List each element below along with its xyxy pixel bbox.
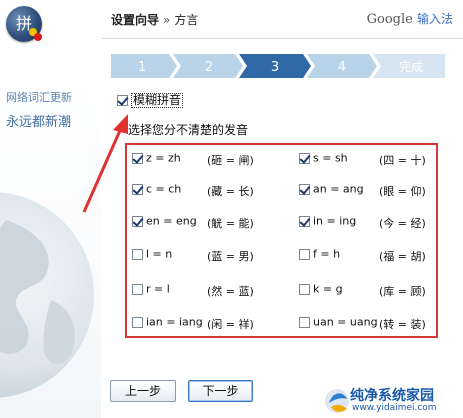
wizard-header: 设置向导» 方言 Google 输入法 xyxy=(101,0,463,39)
pair-k-g[interactable]: k = g xyxy=(299,282,343,298)
pair-an-ang[interactable]: an = ang xyxy=(299,182,364,198)
pair-uan-uang[interactable]: uan = uang xyxy=(299,315,378,331)
breadcrumb-main: 设置向导 xyxy=(111,13,160,27)
pair-rule[interactable]: en = eng xyxy=(146,215,197,228)
breadcrumb: 设置向导» 方言 xyxy=(111,11,198,28)
pair-example: (库 = 顾) xyxy=(379,285,426,298)
next-button[interactable]: 下一步 xyxy=(188,380,253,402)
pair-checkbox[interactable] xyxy=(299,316,310,328)
fuzzy-pinyin-option[interactable]: 模糊拼音 xyxy=(117,93,184,109)
pair-example: (然 = 蓝) xyxy=(207,285,254,298)
step-finish-label: 完成 xyxy=(399,59,423,74)
fuzzy-pairs-panel: z = zh (砸 = 闸) s = sh (四 = 十) c = ch (藏 … xyxy=(125,143,438,338)
prev-button[interactable]: 上一步 xyxy=(110,380,176,402)
step-2-label: 2 xyxy=(205,60,213,75)
logo-red-dot xyxy=(34,33,42,41)
pair-example: (觥 = 能) xyxy=(207,217,254,230)
step-1: 1 xyxy=(111,54,177,78)
step-4: 4 xyxy=(307,54,377,78)
pair-en-eng[interactable]: en = eng xyxy=(132,214,197,230)
step-progress-bar: 1 2 3 4 完成 xyxy=(111,54,445,78)
pair-r-l[interactable]: r = l xyxy=(132,282,170,298)
pair-rule[interactable]: c = ch xyxy=(146,183,181,196)
pair-rule[interactable]: s = sh xyxy=(313,152,348,165)
pair-checkbox[interactable] xyxy=(132,283,143,295)
instruction-text: 选择您分不清楚的发音 xyxy=(128,123,249,137)
watermark-url: www.yidaimei.com xyxy=(352,403,437,413)
pair-checkbox[interactable] xyxy=(132,215,143,227)
pair-ian-iang[interactable]: ian = iang xyxy=(132,315,203,331)
step-1-label: 1 xyxy=(138,60,146,75)
pair-rule[interactable]: in = ing xyxy=(313,215,356,228)
pair-example: (藏 = 长) xyxy=(207,185,254,198)
pair-example: (蓝 = 男) xyxy=(207,250,254,263)
pair-rule[interactable]: ian = iang xyxy=(146,316,203,329)
watermark-title: 纯净系统家园 xyxy=(350,388,434,404)
brand-google: Google xyxy=(366,12,413,27)
pair-c-ch[interactable]: c = ch xyxy=(132,182,181,198)
step-3-active: 3 xyxy=(239,54,311,78)
breadcrumb-current: 方言 xyxy=(174,13,199,27)
pair-example: (四 = 十) xyxy=(379,154,426,167)
pair-checkbox[interactable] xyxy=(299,283,310,295)
brand-logo: Google 输入法 xyxy=(367,10,453,27)
pair-rule[interactable]: r = l xyxy=(146,283,170,296)
pair-checkbox[interactable] xyxy=(299,248,310,260)
pair-checkbox[interactable] xyxy=(132,152,143,164)
step-2: 2 xyxy=(173,54,243,78)
sidebar-promo-line2: 永远都新潮 xyxy=(6,115,72,130)
pair-rule[interactable]: z = zh xyxy=(146,152,181,165)
fuzzy-pinyin-checkbox[interactable] xyxy=(117,95,128,106)
pair-rule[interactable]: uan = uang xyxy=(313,316,378,329)
pair-checkbox[interactable] xyxy=(299,215,310,227)
pair-rule[interactable]: k = g xyxy=(313,283,343,296)
pair-checkbox[interactable] xyxy=(132,248,143,260)
brand-ime: 输入法 xyxy=(416,12,453,26)
breadcrumb-separator: » xyxy=(163,13,171,27)
fuzzy-pinyin-label[interactable]: 模糊拼音 xyxy=(131,93,184,108)
pair-example: (福 = 胡) xyxy=(379,250,426,263)
step-4-label: 4 xyxy=(338,60,346,75)
pair-checkbox[interactable] xyxy=(132,183,143,195)
pair-example: (今 = 经) xyxy=(379,217,426,230)
ime-logo-icon: 拼 xyxy=(6,6,42,42)
sidebar-promo-line1: 网络词汇更新 xyxy=(6,91,72,104)
pair-in-ing[interactable]: in = ing xyxy=(299,214,356,230)
globe-icon xyxy=(0,192,94,398)
pair-rule[interactable]: f = h xyxy=(313,248,340,261)
pair-checkbox[interactable] xyxy=(299,152,310,164)
pair-rule[interactable]: l = n xyxy=(146,248,172,261)
pair-rule[interactable]: an = ang xyxy=(313,183,364,196)
step-3-label: 3 xyxy=(271,60,279,75)
pair-example: (闲 = 祥) xyxy=(207,318,254,331)
pair-s-sh[interactable]: s = sh xyxy=(299,151,348,167)
pair-example: (转 = 装) xyxy=(379,318,426,331)
pair-checkbox[interactable] xyxy=(299,183,310,195)
pair-example: (砸 = 闸) xyxy=(207,154,254,167)
pair-example: (眼 = 仰) xyxy=(379,185,426,198)
sidebar: 拼 网络词汇更新 永远都新潮 xyxy=(0,0,101,418)
pair-checkbox[interactable] xyxy=(132,316,143,328)
pair-z-zh[interactable]: z = zh xyxy=(132,151,181,167)
pair-l-n[interactable]: l = n xyxy=(132,247,172,263)
step-finish: 完成 xyxy=(373,54,445,78)
pair-f-h[interactable]: f = h xyxy=(299,247,340,263)
